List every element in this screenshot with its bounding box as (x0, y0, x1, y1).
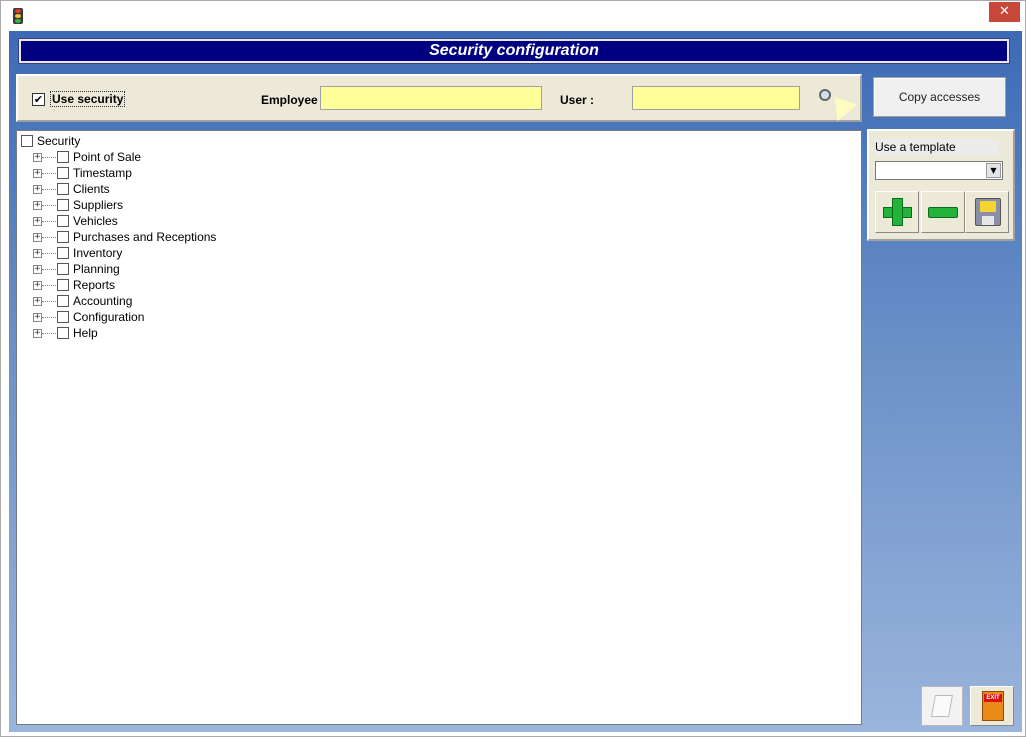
tree-item-checkbox[interactable] (57, 311, 69, 323)
tree-item-checkbox[interactable] (57, 279, 69, 291)
save-template-button[interactable] (965, 191, 1009, 233)
expand-icon[interactable]: + (33, 249, 42, 258)
chevron-down-icon[interactable]: ▼ (986, 163, 1001, 178)
tree-item-checkbox[interactable] (57, 215, 69, 227)
client-area: Security configuration ✔ Use security Em… (9, 31, 1022, 732)
tree-item-checkbox[interactable] (57, 295, 69, 307)
template-panel: Use a template ▼ (867, 129, 1015, 241)
expand-icon[interactable]: + (33, 265, 42, 274)
tree-item-checkbox[interactable] (57, 247, 69, 259)
copy-accesses-button[interactable]: Copy accesses (873, 77, 1006, 117)
green-minus-icon (928, 207, 958, 218)
tree-item-label[interactable]: Suppliers (73, 198, 123, 213)
tree-item-checkbox[interactable] (57, 199, 69, 211)
tree-item-label[interactable]: Vehicles (73, 214, 118, 229)
template-select[interactable]: ▼ (875, 161, 1003, 180)
tree-item-label[interactable]: Point of Sale (73, 150, 141, 165)
expand-icon[interactable]: + (33, 329, 42, 338)
tree-item-label[interactable]: Configuration (73, 310, 144, 325)
expand-icon[interactable]: + (33, 313, 42, 322)
tree-item-label[interactable]: Help (73, 326, 98, 341)
tree-item-label[interactable]: Reports (73, 278, 115, 293)
user-input[interactable] (632, 86, 800, 110)
close-window-button[interactable]: ✕ (989, 2, 1020, 22)
print-button[interactable] (921, 686, 963, 726)
tree-item-checkbox[interactable] (57, 183, 69, 195)
employee-label: Employee (261, 93, 318, 107)
security-top-panel: ✔ Use security Employee User : (16, 74, 862, 122)
use-security-label[interactable]: Use security (50, 91, 126, 107)
tree-root-checkbox[interactable] (21, 135, 33, 147)
expand-icon[interactable]: + (33, 169, 42, 178)
tree-item-checkbox[interactable] (57, 327, 69, 339)
tree-item-label[interactable]: Purchases and Receptions (73, 230, 216, 245)
user-label: User : (560, 93, 595, 107)
tree-item-checkbox[interactable] (57, 151, 69, 163)
expand-icon[interactable]: + (33, 153, 42, 162)
tree-item-label[interactable]: Planning (73, 262, 120, 277)
tree-item-checkbox[interactable] (57, 263, 69, 275)
employee-input[interactable] (320, 86, 542, 110)
floppy-disk-icon (975, 198, 1001, 226)
page-title: Security configuration (18, 38, 1010, 64)
expand-icon[interactable]: + (33, 297, 42, 306)
tree-item-label[interactable]: Inventory (73, 246, 122, 261)
expand-icon[interactable]: + (33, 281, 42, 290)
exit-door-icon: EXIT (982, 691, 1004, 721)
app-window: ✕ Security configuration ✔ Use security … (0, 0, 1026, 737)
tree-item-label[interactable]: Timestamp (73, 166, 132, 181)
tree-item-label[interactable]: Clients (73, 182, 110, 197)
exit-button[interactable]: EXIT (970, 686, 1014, 726)
remove-template-button[interactable] (921, 191, 965, 233)
template-label: Use a template (875, 139, 999, 155)
traffic-light-icon (13, 8, 23, 24)
tree-item-checkbox[interactable] (57, 231, 69, 243)
title-bar: ✕ (1, 1, 1025, 31)
use-security-checkbox[interactable]: ✔ (32, 93, 45, 106)
search-employee-button[interactable] (815, 85, 858, 122)
expand-icon[interactable]: + (33, 217, 42, 226)
tree-item-checkbox[interactable] (57, 167, 69, 179)
security-tree: Security + Point of Sale + Timestamp + C… (16, 130, 862, 725)
exit-sign: EXIT (984, 694, 1002, 702)
printer-icon (931, 695, 953, 717)
magnifier-pointer-icon (819, 89, 831, 101)
add-template-button[interactable] (875, 191, 919, 233)
expand-icon[interactable]: + (33, 233, 42, 242)
expand-icon[interactable]: + (33, 185, 42, 194)
expand-icon[interactable]: + (33, 201, 42, 210)
tree-item-label[interactable]: Accounting (73, 294, 132, 309)
tree-root-label[interactable]: Security (37, 134, 80, 149)
